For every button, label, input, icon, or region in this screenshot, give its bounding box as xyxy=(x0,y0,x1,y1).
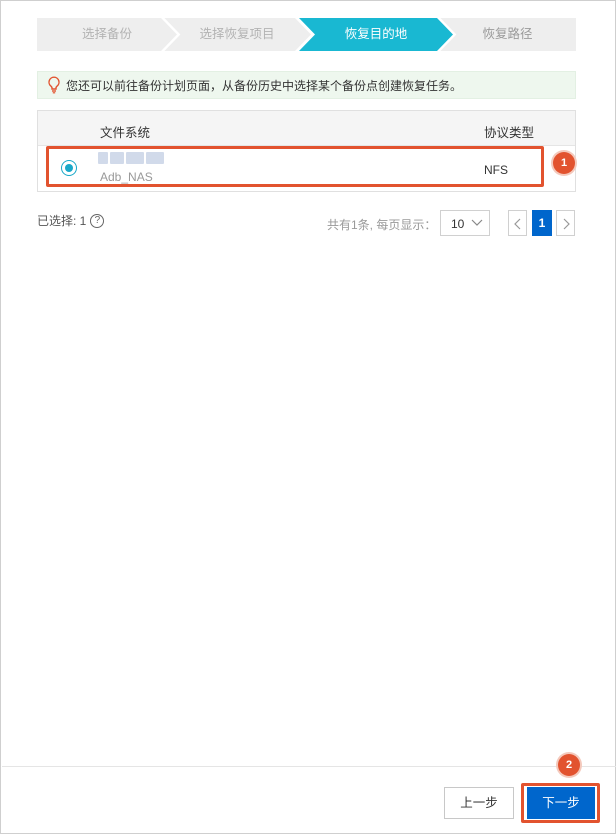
help-icon[interactable]: ? xyxy=(90,213,105,228)
step-select-backup: 选择备份 xyxy=(37,18,177,51)
step-restore-path: 恢复路径 xyxy=(439,18,576,51)
next-step-button[interactable]: 下一步 xyxy=(527,787,595,819)
protocol-type: NFS xyxy=(484,163,508,177)
annotation-badge-2: 2 xyxy=(558,754,580,776)
page-size-select[interactable]: 10 xyxy=(440,210,490,236)
prev-page-button[interactable] xyxy=(508,210,527,236)
column-header-filesystem: 文件系统 xyxy=(100,126,151,140)
page-size-value: 10 xyxy=(451,217,465,231)
footer-divider xyxy=(2,766,616,767)
step-label: 选择备份 xyxy=(81,27,132,41)
selection-label: 已选择: 1 xyxy=(37,214,87,228)
filesystem-name: Adb_NAS xyxy=(100,170,153,184)
step-destination: 恢复目的地 xyxy=(299,18,453,51)
step-label: 恢复路径 xyxy=(482,27,533,41)
tip-text: 您还可以前往备份计划页面，从备份历史中选择某个备份点创建恢复任务。 xyxy=(66,78,463,93)
restore-wizard-panel: 选择备份 选择恢复项目 恢复目的地 恢复路径 您还可以前往备份计划页面，从备份历… xyxy=(0,0,616,834)
next-page-button[interactable] xyxy=(556,210,575,236)
column-header-protocol: 协议类型 xyxy=(484,126,535,140)
chevron-down-icon xyxy=(471,219,483,226)
annotation-badge-1: 1 xyxy=(553,152,575,174)
table-row[interactable]: Adb_NAS NFS xyxy=(38,147,575,191)
chevron-right-icon xyxy=(563,218,570,230)
table-header: 文件系统 协议类型 xyxy=(38,111,575,146)
filesystem-table: 文件系统 协议类型 Adb_NAS NFS xyxy=(37,110,576,192)
lightbulb-icon xyxy=(48,76,60,94)
step-indicator: 选择备份 选择恢复项目 恢复目的地 恢复路径 xyxy=(37,18,576,51)
redacted-filesystem-id xyxy=(98,152,166,166)
step-select-items: 选择恢复项目 xyxy=(163,18,311,51)
pagination-total-text: 共有1条, 每页显示： xyxy=(327,218,437,232)
chevron-left-icon xyxy=(514,218,521,230)
step-label: 选择恢复项目 xyxy=(199,27,275,41)
previous-step-button[interactable]: 上一步 xyxy=(444,787,514,819)
row-radio-button[interactable] xyxy=(61,160,77,176)
selection-count: 已选择: 1 ? xyxy=(37,212,105,229)
info-tip: 您还可以前往备份计划页面，从备份历史中选择某个备份点创建恢复任务。 xyxy=(37,71,576,99)
step-label: 恢复目的地 xyxy=(344,27,408,41)
page-button-current[interactable]: 1 xyxy=(532,210,552,236)
